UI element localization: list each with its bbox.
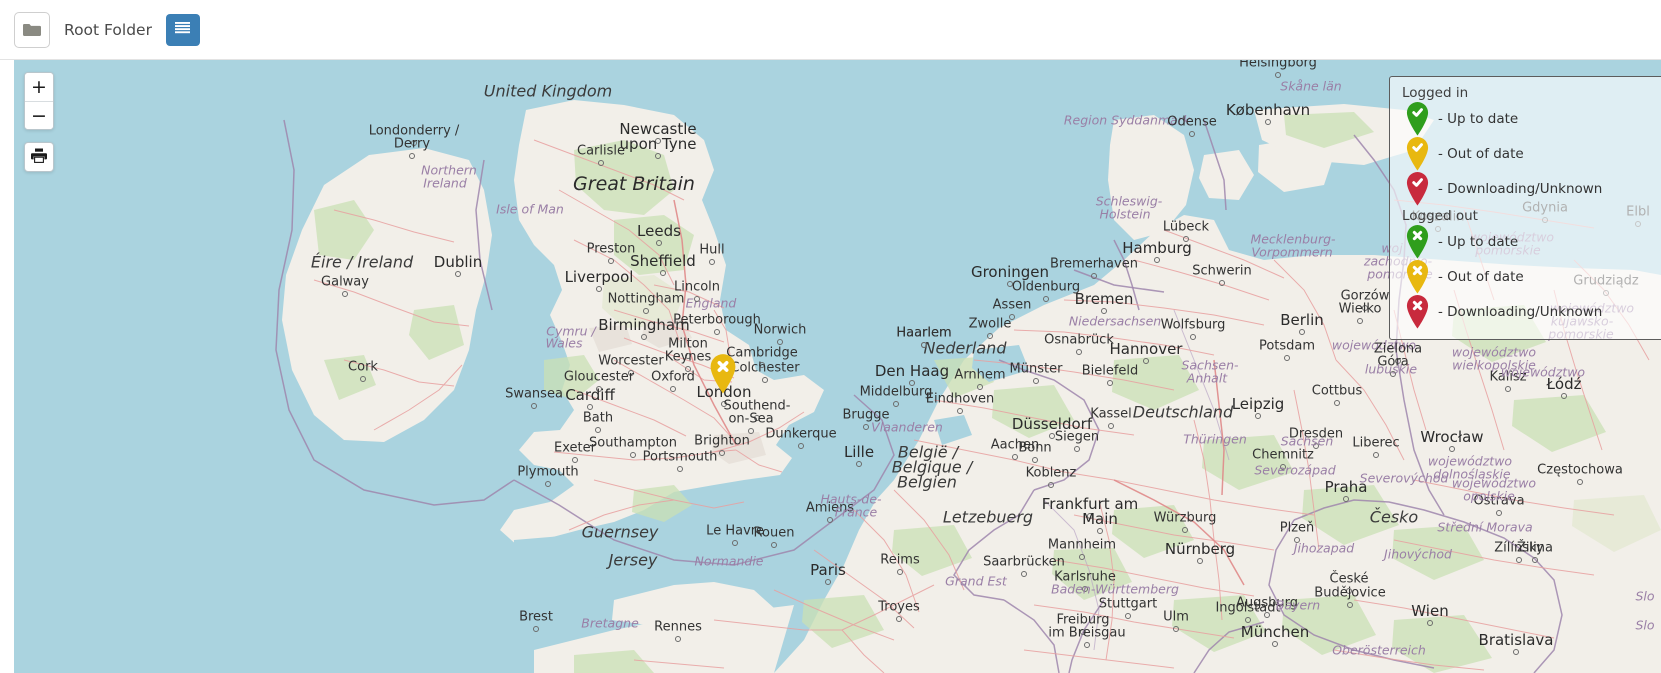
legend-logged-out-title: Logged out bbox=[1402, 208, 1478, 224]
marker-pin-check-icon bbox=[1400, 136, 1434, 171]
map-viewport[interactable]: .land { fill:#f2efe9; } .forest { fill:#… bbox=[14, 60, 1661, 673]
root-folder-button[interactable] bbox=[14, 11, 50, 48]
legend-logged-in-list: - Up to date - Out of date - Downloading/U… bbox=[1400, 101, 1656, 206]
zoom-control: + − bbox=[24, 72, 54, 130]
legend-item-label: - Up to date bbox=[1438, 233, 1519, 250]
device-marker-london[interactable] bbox=[710, 353, 737, 398]
map-application: Root Folder .land { fill:#f2efe9; } .for… bbox=[0, 0, 1661, 673]
legend-item-label: - Out of date bbox=[1438, 145, 1524, 162]
legend-item-logged-out-2: - Downloading/Unknown bbox=[1400, 294, 1656, 329]
status-legend-panel: Logged in - Up to date - Out of date - Dow… bbox=[1389, 76, 1661, 340]
legend-item-logged-in-2: - Downloading/Unknown bbox=[1400, 171, 1656, 206]
folder-list-button[interactable] bbox=[165, 13, 200, 46]
folder-icon bbox=[22, 22, 42, 38]
zoom-in-button[interactable]: + bbox=[25, 73, 53, 101]
zoom-out-button[interactable]: − bbox=[25, 101, 53, 129]
legend-item-label: - Downloading/Unknown bbox=[1438, 303, 1603, 320]
marker-pin-check-icon bbox=[1400, 101, 1434, 136]
legend-item-logged-in-0: - Up to date bbox=[1400, 101, 1656, 136]
marker-pin-check-icon bbox=[1400, 171, 1434, 206]
legend-item-label: - Out of date bbox=[1438, 268, 1524, 285]
legend-item-label: - Downloading/Unknown bbox=[1438, 180, 1603, 197]
legend-logged-out-list: - Up to date - Out of date - Downloading/U… bbox=[1400, 224, 1656, 329]
legend-item-logged-in-1: - Out of date bbox=[1400, 136, 1656, 171]
marker-pin-cross-icon bbox=[1400, 294, 1434, 329]
top-toolbar: Root Folder bbox=[0, 0, 1661, 60]
printer-icon bbox=[30, 147, 48, 168]
print-map-button[interactable] bbox=[24, 142, 54, 172]
legend-item-logged-out-0: - Up to date bbox=[1400, 224, 1656, 259]
marker-pin-cross-icon bbox=[1400, 224, 1434, 259]
legend-item-label: - Up to date bbox=[1438, 110, 1519, 127]
marker-pin-cross-icon bbox=[1400, 259, 1434, 294]
root-folder-label: Root Folder bbox=[64, 20, 152, 39]
legend-logged-in-title: Logged in bbox=[1402, 85, 1469, 101]
legend-item-logged-out-1: - Out of date bbox=[1400, 259, 1656, 294]
list-lines-icon bbox=[174, 20, 191, 39]
